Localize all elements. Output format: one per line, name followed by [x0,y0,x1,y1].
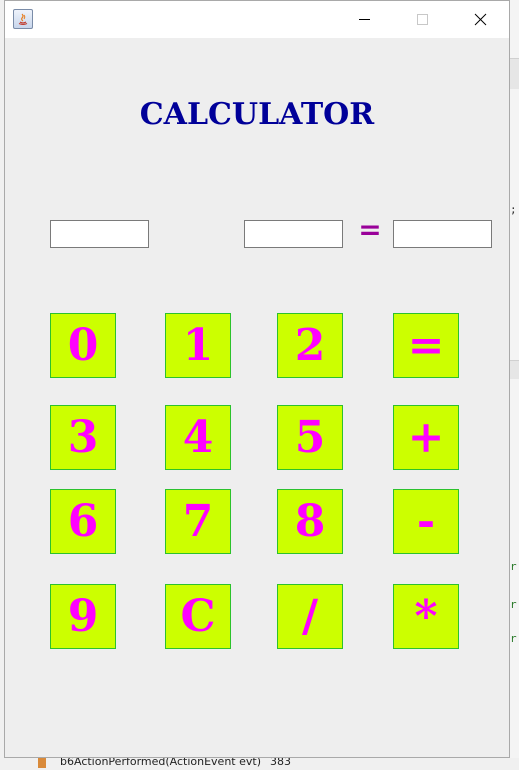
background-method-name: b6ActionPerformed(ActionEvent evt) [60,758,261,768]
background-ide-right [509,0,519,770]
background-code-line: r [510,598,517,611]
equals-label: = [358,213,382,246]
background-code-line: ; [510,203,517,216]
background-ide-bottom: b6ActionPerformed(ActionEvent evt) 383 [0,758,519,770]
method-icon [38,758,46,768]
equals-button[interactable]: = [393,313,459,378]
clear-button[interactable]: C [165,584,231,649]
background-code-line: r [510,560,517,573]
calculator-title: CALCULATOR [139,97,375,132]
java-app-icon[interactable] [13,9,33,29]
calculator-window: CALCULATOR = 0 1 2 = 3 4 5 + 6 7 8 - 9 C… [4,0,510,758]
background-scrollbar [509,360,519,379]
divide-button[interactable]: / [277,584,343,649]
key-8-button[interactable]: 8 [277,489,343,554]
key-1-button[interactable]: 1 [165,313,231,378]
key-3-button[interactable]: 3 [50,405,116,470]
close-icon [474,13,487,26]
operand1-input[interactable] [50,220,149,248]
key-5-button[interactable]: 5 [277,405,343,470]
key-4-button[interactable]: 4 [165,405,231,470]
key-9-button[interactable]: 9 [50,584,116,649]
title-bar[interactable] [5,1,509,38]
key-0-button[interactable]: 0 [50,313,116,378]
background-code-line: r [510,632,517,645]
maximize-button[interactable] [399,1,445,38]
background-line-number: 383 [270,758,291,768]
key-7-button[interactable]: 7 [165,489,231,554]
maximize-icon [417,14,428,25]
plus-button[interactable]: + [393,405,459,470]
background-toolbar [509,58,519,89]
minus-button[interactable]: - [393,489,459,554]
minimize-button[interactable] [341,1,387,38]
operand2-input[interactable] [244,220,343,248]
multiply-button[interactable]: * [393,584,459,649]
minimize-icon [359,19,370,20]
result-input[interactable] [393,220,492,248]
key-2-button[interactable]: 2 [277,313,343,378]
key-6-button[interactable]: 6 [50,489,116,554]
close-button[interactable] [457,1,503,38]
